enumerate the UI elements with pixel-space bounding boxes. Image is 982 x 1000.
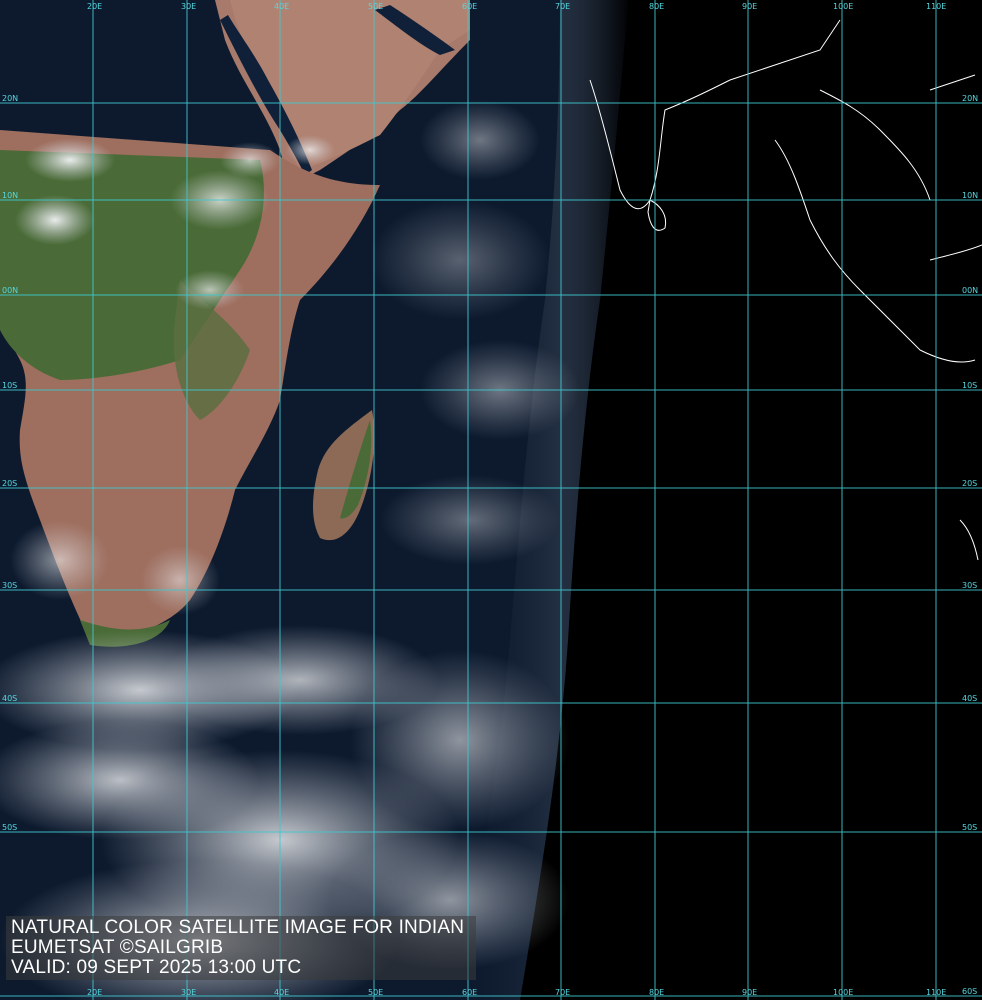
lon-label: 80E bbox=[649, 2, 664, 11]
lon-label: 110E bbox=[926, 2, 946, 11]
lat-label: 30S bbox=[962, 581, 977, 590]
lat-label: 10S bbox=[2, 381, 17, 390]
caption-valid-time: VALID: 09 SEPT 2025 13:00 UTC bbox=[11, 957, 302, 978]
lon-label: 90E bbox=[742, 2, 757, 11]
lat-label: 00N bbox=[962, 286, 978, 295]
lon-label: 20E bbox=[87, 988, 102, 997]
lat-label: 50S bbox=[962, 823, 977, 832]
lon-label: 60E bbox=[462, 2, 477, 11]
lat-label: 20S bbox=[962, 479, 977, 488]
lat-label: 40S bbox=[962, 694, 977, 703]
lat-label: 20S bbox=[2, 479, 17, 488]
lat-label: 60S bbox=[962, 987, 977, 996]
lon-label: 40E bbox=[274, 2, 289, 11]
lon-label: 70E bbox=[555, 2, 570, 11]
lat-label: 00N bbox=[2, 286, 18, 295]
caption-credit: EUMETSAT ©SAILGRIB bbox=[11, 937, 224, 958]
lat-label: 10S bbox=[962, 381, 977, 390]
lat-label: 10N bbox=[962, 191, 978, 200]
lat-label: 50S bbox=[2, 823, 17, 832]
lat-label: 10N bbox=[2, 191, 18, 200]
lon-label: 100E bbox=[833, 988, 853, 997]
lon-label: 80E bbox=[649, 988, 664, 997]
satellite-map: 20E 30E 40E 50E 60E 70E 80E 90E 100E 110… bbox=[0, 0, 982, 1000]
lat-label: 20N bbox=[962, 94, 978, 103]
lon-label: 50E bbox=[368, 988, 383, 997]
lat-label: 40S bbox=[2, 694, 17, 703]
lon-label: 40E bbox=[274, 988, 289, 997]
caption-title: NATURAL COLOR SATELLITE IMAGE FOR INDIAN bbox=[11, 917, 465, 938]
lon-label: 20E bbox=[87, 2, 102, 11]
lat-label: 20N bbox=[2, 94, 18, 103]
lon-label: 30E bbox=[181, 2, 196, 11]
lon-label: 70E bbox=[555, 988, 570, 997]
lon-label: 100E bbox=[833, 2, 853, 11]
lon-label: 90E bbox=[742, 988, 757, 997]
lon-label: 30E bbox=[181, 988, 196, 997]
lon-label: 50E bbox=[368, 2, 383, 11]
lon-label: 60E bbox=[462, 988, 477, 997]
lat-label: 30S bbox=[2, 581, 17, 590]
lon-label: 110E bbox=[926, 988, 946, 997]
